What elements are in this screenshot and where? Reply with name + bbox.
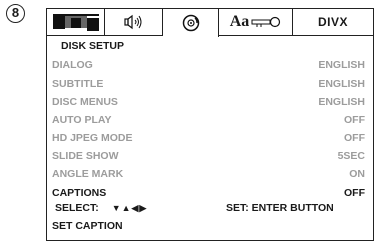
menu-item-value: OFF	[344, 132, 365, 144]
tab-audio[interactable]	[105, 9, 163, 35]
menu-item-label: SLIDE SHOW	[52, 150, 119, 162]
menu-item-subtitle[interactable]: SUBTITLE ENGLISH	[47, 75, 373, 93]
menu-item-auto-play[interactable]: AUTO PLAY OFF	[47, 111, 373, 129]
page-title: DISK SETUP	[61, 40, 125, 52]
menu-item-label: HD JPEG MODE	[52, 132, 133, 144]
tab-disc[interactable]	[163, 9, 219, 37]
menu-item-captions[interactable]: CAPTIONS OFF	[47, 184, 373, 202]
menu-item-hd-jpeg-mode[interactable]: HD JPEG MODE OFF	[47, 129, 373, 147]
menu-item-label: AUTO PLAY	[52, 114, 112, 126]
divx-logo: DIVX	[317, 15, 348, 29]
key-icon	[251, 16, 281, 28]
menu-item-disc-menus[interactable]: DISC MENUS ENGLISH	[47, 93, 373, 111]
menu-item-label: ANGLE MARK	[52, 168, 124, 180]
language-lock-icon: Aa	[229, 13, 250, 30]
arrow-keys-icon: ▼▲◀▶	[111, 203, 148, 213]
menu-item-label: SUBTITLE	[52, 78, 104, 90]
menu-item-value: ENGLISH	[318, 78, 365, 90]
tab-language-lock[interactable]: Aa	[219, 9, 293, 35]
select-label: SELECT:	[55, 202, 99, 214]
help-text: SET CAPTION	[52, 220, 123, 232]
set-hint: SET: ENTER BUTTON	[226, 202, 334, 214]
menu-item-label: DIALOG	[52, 59, 93, 71]
step-number-badge: 8	[6, 4, 25, 23]
disc-icon	[182, 14, 199, 32]
select-hint: SELECT: ▼▲◀▶	[55, 202, 147, 214]
menu-item-label: CAPTIONS	[52, 187, 107, 199]
menu-item-value: ENGLISH	[318, 59, 365, 71]
menu-item-value: 5SEC	[337, 150, 365, 162]
menu-item-value: ON	[349, 168, 365, 180]
menu-item-value: OFF	[344, 187, 365, 199]
menu-item-value: OFF	[344, 114, 365, 126]
tab-divx[interactable]: DIVX	[293, 9, 373, 35]
tab-picture[interactable]	[47, 9, 105, 35]
menu-item-angle-mark[interactable]: ANGLE MARK ON	[47, 165, 373, 183]
picture-icon	[52, 14, 99, 31]
menu-item-value: ENGLISH	[318, 96, 365, 108]
menu-item-dialog[interactable]: DIALOG ENGLISH	[47, 56, 373, 74]
setup-menu-panel: Aa DIVX DISK SETUP DIALOG ENGLISH SUBTIT…	[46, 8, 374, 241]
menu-item-label: DISC MENUS	[52, 96, 118, 108]
setup-tab-bar: Aa DIVX	[47, 9, 373, 37]
menu-item-slide-show[interactable]: SLIDE SHOW 5SEC	[47, 147, 373, 165]
speaker-icon	[123, 14, 141, 30]
